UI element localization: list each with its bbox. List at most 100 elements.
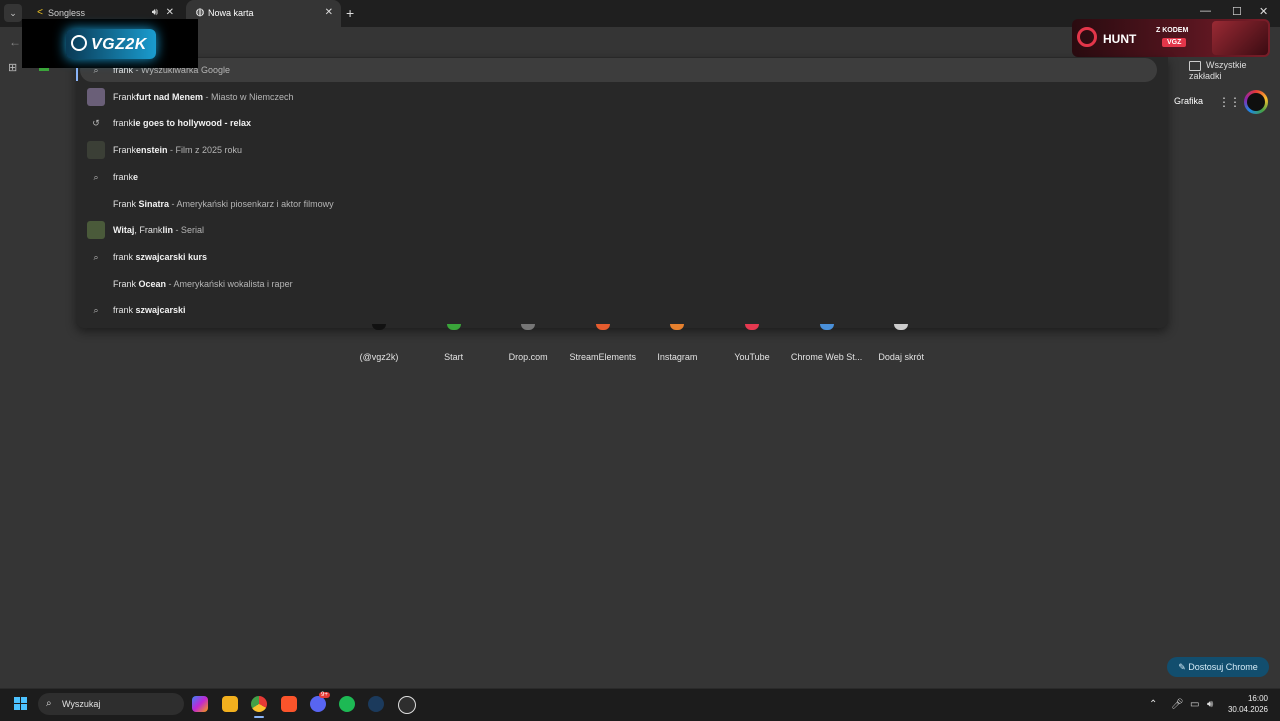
tray-overflow-icon[interactable]: ⌃ bbox=[1149, 699, 1157, 710]
ad-weapon-image bbox=[1212, 21, 1268, 55]
new-tab-button[interactable]: + bbox=[346, 5, 354, 21]
search-icon: ⌕ bbox=[46, 698, 52, 709]
steam-icon[interactable] bbox=[368, 696, 384, 712]
hunt-logo-icon bbox=[1077, 27, 1097, 47]
suggestion-text: franke bbox=[113, 164, 138, 190]
suggestion-text: Witaj, Franklin - Serial bbox=[113, 217, 204, 243]
shortcut-label[interactable]: Dodaj skrót bbox=[861, 352, 941, 362]
suggestion-text-part: lin bbox=[162, 225, 173, 236]
shortcut-label[interactable]: StreamElements bbox=[563, 352, 643, 362]
suggestion-text: frank szwajcarski kurs bbox=[113, 244, 207, 270]
suggestion-text-part: - Miasto w Niemczech bbox=[203, 91, 294, 102]
shortcut-icon[interactable] bbox=[745, 324, 759, 330]
clock-time: 16:00 bbox=[1247, 694, 1268, 703]
suggestion-item[interactable]: ⌕ frank szwajcarski bbox=[76, 297, 1166, 323]
suggestion-text-part: ie goes to hollywood - relax bbox=[133, 118, 252, 129]
suggestion-text: Frankfurt nad Menem - Miasto w Niemczech bbox=[113, 84, 294, 110]
shortcut-icon[interactable] bbox=[446, 324, 461, 330]
discord-badge: 9+ bbox=[319, 692, 330, 698]
file-explorer-icon[interactable] bbox=[222, 696, 238, 712]
songless-icon: < bbox=[37, 7, 43, 18]
tab-title: Songless bbox=[48, 8, 86, 18]
suggestion-item[interactable]: Frankenstein - Film z 2025 roku bbox=[76, 137, 1166, 163]
shortcut-icon[interactable] bbox=[894, 324, 909, 330]
suggestion-text-part: Witaj bbox=[113, 225, 135, 236]
suggestion-text-part: - Amerykański piosenkarz i aktor filmowy bbox=[169, 198, 334, 209]
shortcut-label[interactable]: Chrome Web St... bbox=[787, 352, 867, 362]
back-arrow-icon[interactable]: ← bbox=[9, 35, 21, 49]
taskbar-search[interactable]: ⌕ Wyszukaj bbox=[38, 693, 184, 715]
shortcut-label[interactable]: Instagram bbox=[637, 352, 717, 362]
close-window-icon[interactable]: ✕ bbox=[1259, 5, 1268, 18]
suggestion-text-part: Frank bbox=[113, 145, 137, 156]
search-icon: ⌕ bbox=[93, 305, 99, 316]
copilot-icon[interactable] bbox=[192, 696, 208, 712]
customize-chrome-button[interactable]: ✎ Dostosuj Chrome bbox=[1167, 657, 1269, 677]
network-icon[interactable]: ▭ bbox=[1190, 699, 1199, 710]
suggestion-text-part: frank bbox=[113, 118, 134, 129]
minimize-icon[interactable]: — bbox=[1200, 5, 1211, 17]
shortcut-label[interactable]: (@vgz2k) bbox=[339, 352, 419, 362]
suggestion-text-part: Frank bbox=[113, 91, 137, 102]
search-icon: ⌕ bbox=[93, 171, 99, 182]
suggestion-text-part: szwajcarski kurs bbox=[135, 251, 208, 262]
folder-icon bbox=[1189, 60, 1201, 71]
ad-brand: HUNT bbox=[1103, 32, 1137, 46]
suggestion-item[interactable]: ⌕ franke bbox=[76, 164, 1166, 190]
discord-icon[interactable] bbox=[310, 696, 326, 712]
shortcut-icon[interactable] bbox=[819, 324, 834, 330]
shortcut-label[interactable]: Drop.com bbox=[488, 352, 568, 362]
maximize-icon[interactable]: ☐ bbox=[1232, 5, 1242, 18]
images-link[interactable]: Grafika bbox=[1174, 96, 1203, 106]
suggestion-thumbnail bbox=[87, 221, 105, 240]
suggestion-text-part: szwajcarski bbox=[135, 305, 186, 316]
suggestion-item[interactable]: Witaj, Franklin - Serial bbox=[76, 217, 1166, 243]
shortcut-label[interactable]: Start bbox=[414, 352, 494, 362]
apps-grid-icon[interactable]: ⊞ bbox=[8, 61, 17, 74]
volume-icon[interactable]: 🔊︎ bbox=[1207, 699, 1213, 710]
brave-icon[interactable] bbox=[281, 696, 297, 712]
tab-nowa-karta[interactable]: ◍ Nowa karta ✕ bbox=[186, 0, 341, 27]
clock-date: 30.04.2026 bbox=[1227, 705, 1268, 714]
ad-code: VGZ bbox=[1162, 38, 1187, 47]
windows-start-icon[interactable] bbox=[14, 697, 28, 711]
suggestion-item[interactable]: ⌕ frank szwajcarski kurs bbox=[76, 244, 1166, 270]
suggestion-text-part: - Amerykański wokalista i raper bbox=[166, 278, 293, 289]
suggestion-item[interactable]: ↺ frankie goes to hollywood - relax bbox=[76, 110, 1166, 136]
close-tab-icon[interactable]: ✕ bbox=[166, 7, 174, 18]
suggestion-item[interactable]: ⌕ frank - Wyszukiwarka Google bbox=[76, 57, 1166, 83]
customize-label: Dostosuj Chrome bbox=[1188, 662, 1258, 672]
shortcut-label[interactable]: YouTube bbox=[712, 352, 792, 362]
shortcut-icon[interactable] bbox=[521, 324, 536, 330]
shortcut-icon[interactable] bbox=[670, 324, 685, 330]
all-bookmarks-button[interactable]: Wszystkie zakładki bbox=[1189, 60, 1280, 81]
suggestion-text-part: e bbox=[133, 171, 139, 182]
ad-banner[interactable]: HUNT Z KODEM VGZ bbox=[1072, 19, 1270, 57]
active-app-indicator bbox=[254, 716, 264, 718]
suggestion-text: frankie goes to hollywood - relax bbox=[113, 110, 251, 136]
suggestion-text-part: frank bbox=[113, 171, 134, 182]
suggestion-text: Frank Sinatra - Amerykański piosenkarz i… bbox=[113, 191, 334, 217]
suggestion-text-part: furt nad Menem bbox=[136, 91, 204, 102]
suggestion-item[interactable]: Frankfurt nad Menem - Miasto w Niemczech bbox=[76, 84, 1166, 110]
avatar[interactable] bbox=[1244, 90, 1268, 114]
system-clock[interactable]: 16:00 30.04.2026 bbox=[1226, 693, 1268, 715]
logo-ring-icon bbox=[71, 35, 87, 51]
tab-search-button[interactable]: ⌄ bbox=[4, 4, 22, 22]
close-tab-icon[interactable]: ✕ bbox=[325, 7, 333, 18]
shortcut-icon[interactable] bbox=[595, 324, 610, 330]
suggestion-text-part: frank bbox=[113, 251, 136, 262]
taskbar-search-label: Wyszukaj bbox=[62, 699, 101, 709]
suggestion-item[interactable]: Frank Sinatra - Amerykański piosenkarz i… bbox=[76, 191, 1166, 217]
streamer-logo: VGZ2K bbox=[66, 29, 156, 59]
suggestion-item[interactable]: Frank Ocean - Amerykański wokalista i ra… bbox=[76, 271, 1166, 297]
spotify-icon[interactable] bbox=[339, 696, 355, 712]
suggestion-text-part: - Serial bbox=[172, 225, 204, 236]
suggestion-text-part: Sinatra bbox=[138, 198, 170, 209]
chrome-icon[interactable] bbox=[251, 696, 267, 712]
game-icon[interactable] bbox=[398, 696, 416, 714]
suggestion-text: Frankenstein - Film z 2025 roku bbox=[113, 137, 242, 163]
microphone-icon[interactable]: 🎤︎ bbox=[1171, 699, 1184, 710]
shortcut-icon[interactable] bbox=[372, 324, 386, 330]
speaker-icon[interactable]: 🔊︎ bbox=[152, 7, 158, 18]
